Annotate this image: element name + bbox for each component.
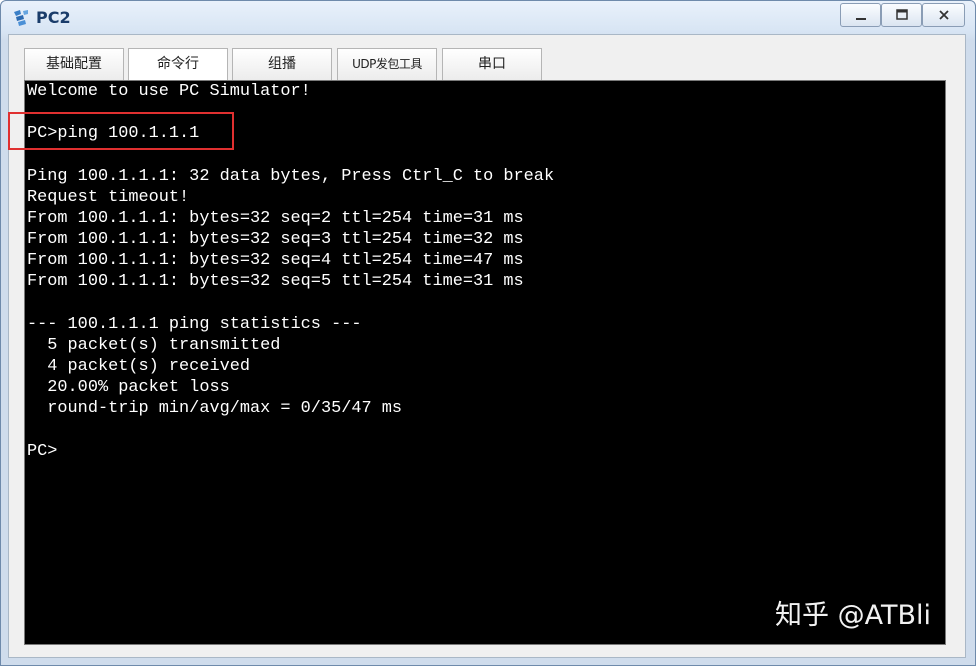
terminal-output[interactable]: Welcome to use PC Simulator! PC>ping 100… <box>8 80 946 645</box>
terminal-line: From 100.1.1.1: bytes=32 seq=4 ttl=254 t… <box>27 251 524 270</box>
title-bar[interactable]: PC2 <box>1 1 975 33</box>
close-button[interactable] <box>922 3 965 27</box>
window-title: PC2 <box>36 8 71 27</box>
content-pane: 基础配置 命令行 组播 UDP发包工具 串口 Welcome to use PC… <box>8 34 966 658</box>
maximize-icon <box>895 9 908 20</box>
network-pc-icon <box>14 10 28 26</box>
terminal-line: From 100.1.1.1: bytes=32 seq=2 ttl=254 t… <box>27 209 524 228</box>
tab-command-line[interactable]: 命令行 <box>128 48 228 81</box>
tab-serial-port[interactable]: 串口 <box>442 48 542 80</box>
minimize-button[interactable] <box>840 3 881 27</box>
terminal-line: From 100.1.1.1: bytes=32 seq=5 ttl=254 t… <box>27 272 524 291</box>
terminal-line: --- 100.1.1.1 ping statistics --- <box>27 315 362 334</box>
terminal-line: Request timeout! <box>27 188 190 207</box>
tab-multicast[interactable]: 组播 <box>232 48 332 80</box>
tab-udp-tool[interactable]: UDP发包工具 <box>337 48 437 80</box>
maximize-button[interactable] <box>881 3 922 27</box>
tab-basic-config[interactable]: 基础配置 <box>24 48 124 80</box>
terminal-line: 20.00% packet loss <box>27 378 230 397</box>
watermark: 知乎 @ATBli <box>775 600 931 631</box>
terminal-line: 5 packet(s) transmitted <box>27 336 281 355</box>
close-icon <box>938 10 949 20</box>
terminal-line: 4 packet(s) received <box>27 357 250 376</box>
pc2-window: PC2 基础配置 命令行 组播 UDP发包工具 串口 Welcome to us… <box>0 0 976 666</box>
ping-command-highlight <box>8 112 234 150</box>
minimize-icon <box>855 18 866 20</box>
terminal-line: round-trip min/avg/max = 0/35/47 ms <box>27 399 403 418</box>
terminal-line: Ping 100.1.1.1: 32 data bytes, Press Ctr… <box>27 167 555 186</box>
terminal-line: From 100.1.1.1: bytes=32 seq=3 ttl=254 t… <box>27 230 524 249</box>
terminal-prompt: PC> <box>27 442 58 461</box>
terminal-line: Welcome to use PC Simulator! <box>27 82 311 101</box>
